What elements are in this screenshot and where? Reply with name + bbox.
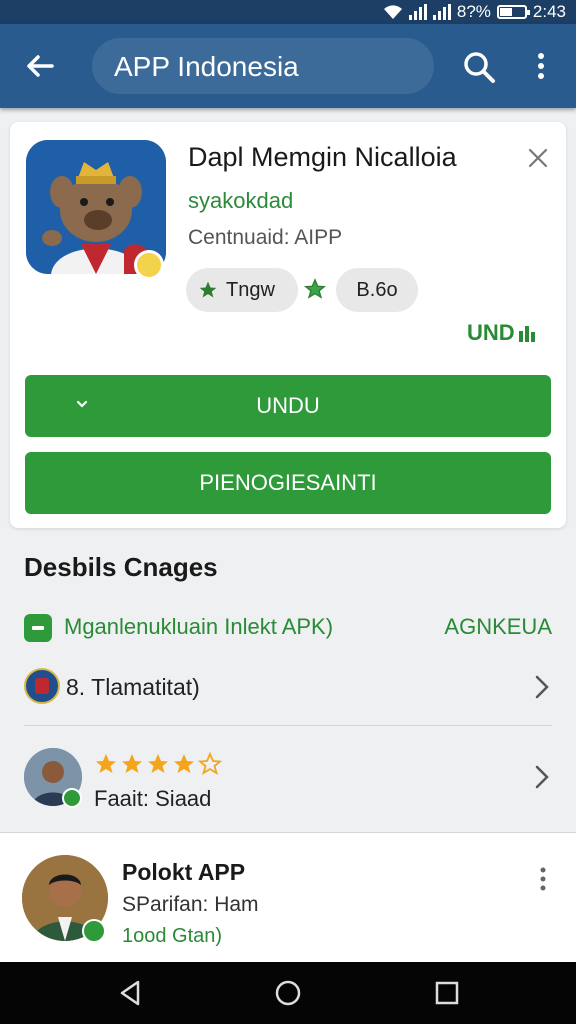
battery-percent: 8?% xyxy=(456,2,491,21)
more-vert-icon[interactable] xyxy=(536,865,550,893)
signal-icon xyxy=(408,4,427,20)
verified-badge-icon xyxy=(134,250,164,280)
chevron-right-icon xyxy=(535,675,549,699)
app-title: Dapl Memgin Nicalloia xyxy=(188,142,457,172)
chevron-down-icon xyxy=(76,400,88,408)
review-row-label: Faait: Siaad xyxy=(94,786,212,811)
und-text: UND xyxy=(467,320,515,345)
star-outline-icon xyxy=(198,752,222,775)
app-bar: APP Indonesia xyxy=(0,24,576,108)
tag-chip-label: Tngw xyxy=(226,278,275,301)
recents-square-icon[interactable] xyxy=(432,978,462,1008)
rating-chip[interactable]: B.6o xyxy=(336,268,418,312)
emblem-icon xyxy=(24,668,60,704)
star-icon xyxy=(148,754,168,773)
app-card: Dapl Memgin Nicalloia syakokdad Centnuai… xyxy=(10,122,566,528)
app-category: Centnuaid: AIPP xyxy=(188,226,343,249)
star-icon xyxy=(174,754,194,773)
apk-row-label: Mganlenukluain Inlekt APK) xyxy=(64,614,334,639)
secondary-button[interactable]: PIENOGIESAINTI xyxy=(25,452,551,514)
close-icon[interactable] xyxy=(526,146,550,170)
chevron-right-icon xyxy=(535,765,549,789)
rating-row[interactable]: 8. Tlamatitat) xyxy=(0,660,576,718)
search-icon[interactable] xyxy=(460,48,498,86)
und-label: UND xyxy=(467,320,539,346)
install-button[interactable]: UNDU xyxy=(25,375,551,437)
review-row[interactable]: Faait: Siaad xyxy=(0,740,576,822)
divider xyxy=(24,725,552,726)
install-button-label: UNDU xyxy=(256,393,320,418)
star-rating xyxy=(94,752,222,776)
back-triangle-icon[interactable] xyxy=(116,978,146,1008)
wifi-icon xyxy=(383,5,402,19)
search-query: APP Indonesia xyxy=(114,51,299,82)
tag-chip[interactable]: Tngw xyxy=(186,268,298,312)
back-arrow-icon[interactable] xyxy=(22,48,58,84)
review-title: Polokt APP xyxy=(122,859,246,885)
clock: 2:43 xyxy=(532,2,566,21)
navigation-bar xyxy=(0,962,576,1024)
apk-icon xyxy=(24,614,52,642)
star-outline-icon xyxy=(304,278,326,299)
more-vert-icon[interactable] xyxy=(528,48,554,84)
section-title: Desbils Cnages xyxy=(24,552,218,582)
review-subtitle: SParifan: Ham xyxy=(122,893,259,916)
developer-name[interactable]: syakokdad xyxy=(188,188,293,214)
verified-check-icon xyxy=(82,919,106,943)
signal-icon-2 xyxy=(432,4,451,20)
search-box[interactable]: APP Indonesia xyxy=(92,38,434,94)
status-bar: 8?% 2:43 xyxy=(0,0,576,24)
thumbs-up-icon xyxy=(518,326,535,342)
battery-icon xyxy=(496,5,530,19)
star-icon xyxy=(199,281,217,298)
apk-row[interactable]: Mganlenukluain Inlekt APK) AGNKEUA xyxy=(0,604,576,650)
rating-row-label: 8. Tlamatitat) xyxy=(66,674,200,700)
review-date: 1ood Gtan) xyxy=(122,925,223,947)
review-card[interactable]: Polokt APP SParifan: Ham 1ood Gtan) xyxy=(0,832,576,962)
star-icon xyxy=(96,754,116,773)
verified-check-icon xyxy=(62,788,82,808)
home-circle-icon[interactable] xyxy=(273,978,303,1008)
secondary-button-label: PIENOGIESAINTI xyxy=(199,470,377,495)
star-icon xyxy=(122,754,142,773)
rating-chip-label: B.6o xyxy=(356,278,398,301)
apk-row-action[interactable]: AGNKEUA xyxy=(444,614,552,640)
